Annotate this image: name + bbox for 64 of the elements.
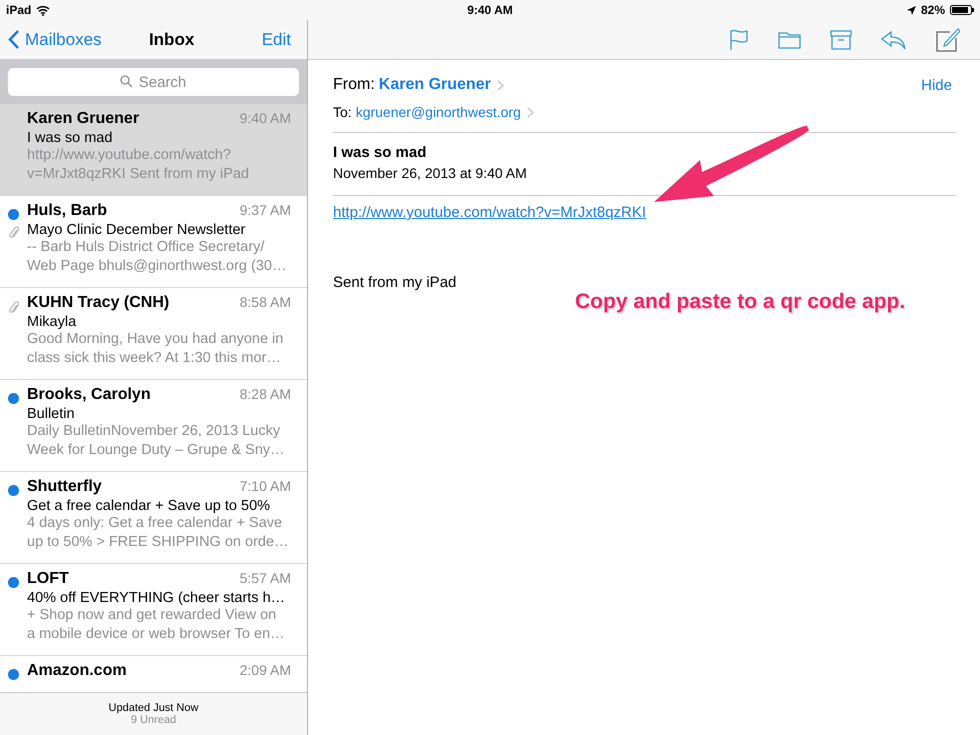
compose-button[interactable] <box>936 28 960 52</box>
email-body-text: Sent from my iPad <box>333 274 458 291</box>
message-preview: class sick this week? At 1:30 this mor… <box>27 349 282 368</box>
sender-name: Huls, Barb <box>27 202 108 220</box>
to-label: To: <box>333 104 352 120</box>
chevron-right-icon <box>526 106 534 118</box>
sender-name: Karen Gruener <box>27 110 140 128</box>
message-preview: Week for Lounge Duty – Grupe & Sny… <box>27 441 286 460</box>
sender-name: KUHN Tracy (CNH) <box>27 294 170 312</box>
message-time: 7:10 AM <box>240 478 291 494</box>
annotation-text: Copy and paste to a qr code app. <box>575 290 906 314</box>
message-preview: http://www.youtube.com/watch? <box>27 146 232 165</box>
message-time: 5:57 AM <box>240 570 291 586</box>
sender-link[interactable]: Karen Gruener <box>378 76 491 94</box>
hide-button[interactable]: Hide <box>921 76 952 94</box>
carrier-label: iPad <box>6 3 32 17</box>
chevron-right-icon <box>496 80 504 90</box>
message-preview: a mobile device or web browser To en… <box>27 625 286 644</box>
sender-name: Brooks, Carolyn <box>27 386 151 404</box>
message-preview: Web Page bhuls@ginorthwest.org (30… <box>27 257 288 276</box>
wifi-icon <box>36 4 50 16</box>
recipient-link[interactable]: kgruener@ginorthwest.org <box>356 104 521 120</box>
clock-time: 9:40 AM <box>467 3 513 17</box>
message-subject: Mayo Clinic December Newsletter <box>27 222 246 238</box>
message-preview: 4 days only: Get a free calendar + Save <box>27 514 284 533</box>
message-subject: Mikayla <box>27 314 78 330</box>
message-time: 2:09 AM <box>240 662 291 678</box>
battery-percent: 82% <box>920 3 945 17</box>
message-subject: Get a free calendar + Save up to 50% <box>27 498 272 514</box>
message-row[interactable]: Karen Gruener 9:40 AM I was so mad http://www.youtube.com/watch? v=MrJxt8qzRKI Sent from my iPad <box>0 104 307 196</box>
message-time: 9:40 AM <box>240 110 291 126</box>
email-date: November 26, 2013 at 9:40 AM <box>333 165 528 181</box>
message-subject: I was so mad <box>27 130 114 146</box>
email-subject: I was so mad <box>333 144 428 161</box>
folder-button[interactable] <box>778 30 801 48</box>
message-preview: Good Morning, Have you had anyone in <box>27 330 284 349</box>
archive-button[interactable] <box>830 30 852 50</box>
unread-count: 9 Unread <box>130 714 176 726</box>
inbox-title: Inbox <box>148 30 194 50</box>
youtube-link[interactable]: http://www.youtube.com/watch?v=MrJxt8qzRKI <box>333 204 646 221</box>
sender-name: Shutterfly <box>27 478 102 496</box>
updated-status: Updated Just Now <box>108 702 198 714</box>
message-preview: Daily BulletinNovember 26, 2013 Lucky <box>27 422 282 441</box>
message-time: 8:28 AM <box>240 386 291 402</box>
battery-icon <box>950 5 974 15</box>
from-label: From: <box>333 76 375 94</box>
edit-button[interactable]: Edit <box>262 30 291 50</box>
flag-button[interactable] <box>729 28 749 50</box>
chevron-left-icon <box>8 30 19 49</box>
search-icon <box>120 75 133 88</box>
back-button[interactable]: Mailboxes <box>8 30 102 50</box>
location-arrow-icon <box>906 6 916 14</box>
sender-name: LOFT <box>27 570 69 588</box>
search-field[interactable]: Search <box>8 68 299 96</box>
message-time: 8:58 AM <box>240 294 291 310</box>
message-subject: Bulletin <box>27 406 76 422</box>
message-subject: 40% off EVERYTHING (cheer starts h… <box>27 590 286 606</box>
message-preview: v=MrJxt8qzRKI Sent from my iPad <box>27 165 250 184</box>
reply-button[interactable] <box>881 30 907 50</box>
message-time: 9:37 AM <box>240 202 291 218</box>
message-preview: -- Barb Huls District Office Secretary/ <box>27 238 266 257</box>
message-preview: up to 50% > FREE SHIPPING on orde… <box>27 533 290 552</box>
sender-name: Amazon.com <box>27 662 127 680</box>
message-preview: + Shop now and get rewarded View on <box>27 606 278 625</box>
